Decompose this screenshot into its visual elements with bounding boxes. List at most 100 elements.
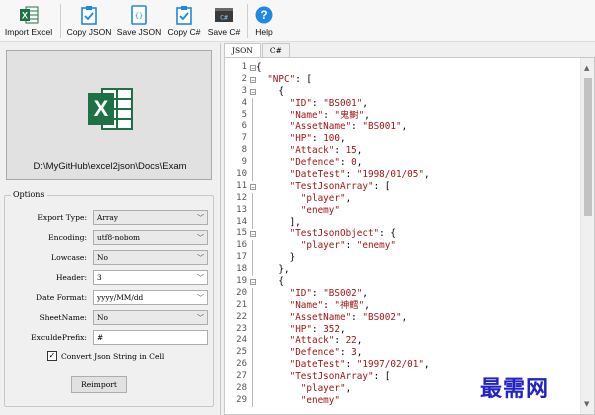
help-label: Help: [255, 27, 273, 37]
encoding-row: Encoding: utf8-nobom ﹀: [5, 230, 215, 246]
line-number: 19: [236, 276, 247, 287]
code-text: "AssetName": "BS002",: [289, 311, 408, 323]
date-format-row: Date Format: yyyy/MM/dd ﹀: [5, 290, 215, 306]
line-number: 9: [241, 157, 247, 168]
fold-guide: [252, 121, 253, 134]
code-line: 2− "NPC": [: [225, 74, 575, 86]
code-text: "Name": "神鳕",: [289, 299, 370, 311]
line-number: 12: [236, 192, 247, 203]
code-text: "Defence": 0,: [289, 157, 363, 169]
fold-guide: [252, 359, 253, 372]
fold-guide: [252, 97, 253, 110]
code-text: "Defence": 3,: [289, 347, 363, 359]
excel-logo-icon: X: [84, 83, 136, 137]
reimport-button[interactable]: Reimport: [71, 376, 127, 393]
code-line: 24 "Attack": 22,: [225, 335, 575, 348]
date-format-select[interactable]: yyyy/MM/dd ﹀: [93, 290, 208, 305]
code-line: 16 "player": "enemy": [225, 240, 575, 253]
fold-guide: [252, 109, 253, 122]
export-type-select[interactable]: Array ﹀: [93, 210, 208, 225]
line-number: 6: [241, 121, 247, 132]
code-text: "HP": 352,: [289, 323, 346, 335]
excel-icon: X: [18, 4, 40, 26]
encoding-select[interactable]: utf8-nobom ﹀: [93, 230, 208, 245]
svg-text:?: ?: [260, 8, 267, 22]
code-text: ],: [256, 216, 301, 228]
encoding-label: Encoding:: [48, 233, 87, 242]
fold-guide: [252, 383, 253, 396]
save-json-button[interactable]: {} Save JSON: [114, 0, 164, 42]
left-panel: X D:\MyGitHub\excel2json\Docs\Exam Optio…: [0, 43, 221, 415]
code-text: "TestJsonArray": [: [289, 180, 391, 192]
copy-json-button[interactable]: Copy JSON: [64, 0, 114, 42]
exclude-prefix-input[interactable]: #: [93, 330, 208, 345]
save-csharp-button[interactable]: C# Save C#: [204, 0, 244, 42]
chevron-down-icon: ﹀: [197, 294, 204, 302]
right-panel: JSON C# 1−{2− "NPC": [3− {4 "ID": "BS001…: [222, 43, 595, 415]
export-type-label: Export Type:: [37, 213, 87, 222]
fold-guide: [252, 252, 253, 265]
svg-text:X: X: [21, 11, 27, 21]
line-number: 13: [236, 204, 247, 215]
code-line: 25 "Defence": 3,: [225, 347, 575, 360]
excel-drop-zone[interactable]: X D:\MyGitHub\excel2json\Docs\Exam: [6, 50, 212, 180]
scroll-down-icon[interactable]: ▼: [584, 400, 589, 408]
line-number: 17: [236, 252, 247, 263]
fold-guide: [252, 311, 253, 324]
chevron-down-icon: ﹀: [197, 254, 204, 262]
code-text: "enemy": [300, 204, 340, 216]
line-number: 24: [236, 335, 247, 346]
code-line: 5 "Name": "鬼鲥",: [225, 109, 575, 122]
vertical-scrollbar[interactable]: ▲ ▼: [580, 58, 594, 414]
code-line: 7 "HP": 100,: [225, 133, 575, 146]
line-number: 29: [236, 394, 247, 405]
json-editor[interactable]: 1−{2− "NPC": [3− {4 "ID": "BS001", 5 "Nam…: [224, 57, 595, 415]
line-number: 2: [241, 73, 247, 84]
code-text: {: [256, 276, 284, 288]
scroll-up-icon[interactable]: ▲: [584, 64, 589, 72]
lowcase-select[interactable]: No ﹀: [93, 250, 208, 265]
fold-guide: [252, 133, 253, 146]
code-line: 6 "AssetName": "BS001",: [225, 121, 575, 134]
chevron-down-icon: ﹀: [197, 274, 204, 282]
convert-json-checkbox[interactable]: ✓: [47, 351, 57, 361]
header-select[interactable]: 3 ﹀: [93, 270, 208, 285]
fold-guide: [252, 299, 253, 312]
fold-guide: [252, 240, 253, 253]
line-number: 25: [236, 347, 247, 358]
tab-json[interactable]: JSON: [224, 43, 261, 58]
clipboard-check-icon: [173, 4, 195, 26]
code-line: 20 "ID": "BS002",: [225, 287, 575, 300]
svg-text:{}: {}: [135, 12, 143, 20]
line-number: 27: [236, 371, 247, 382]
editor-tabs: JSON C#: [224, 43, 291, 58]
exclude-prefix-row: ExculdePrefix: #: [5, 330, 215, 346]
sheet-name-label: SheetName:: [39, 313, 87, 322]
line-number: 5: [241, 109, 247, 120]
tab-csharp[interactable]: C#: [261, 43, 290, 57]
sheet-name-select[interactable]: No ﹀: [93, 310, 208, 325]
help-button[interactable]: ? Help: [251, 0, 277, 42]
code-text: "ID": "BS002",: [289, 287, 368, 299]
watermark: 最需网: [480, 376, 550, 402]
line-number: 23: [236, 323, 247, 334]
fold-guide: [252, 264, 253, 277]
lowcase-row: Lowcase: No ﹀: [5, 250, 215, 266]
line-number: 1: [241, 62, 247, 72]
code-line: 21 "Name": "神鳕",: [225, 299, 575, 312]
code-text: {: [256, 62, 262, 73]
line-number: 4: [241, 97, 247, 108]
fold-guide: [252, 371, 253, 384]
code-line: 1−{: [225, 62, 575, 74]
scroll-thumb[interactable]: [584, 78, 592, 216]
fold-guide: [252, 216, 253, 229]
code-text: "AssetName": "BS001",: [289, 121, 408, 133]
import-excel-button[interactable]: X Import Excel: [0, 0, 57, 42]
csharp-file-icon: C#: [213, 4, 235, 26]
export-type-row: Export Type: Array ﹀: [5, 210, 215, 226]
exclude-prefix-label: ExculdePrefix:: [31, 333, 87, 342]
fold-guide: [252, 287, 253, 300]
copy-csharp-button[interactable]: Copy C#: [164, 0, 204, 42]
sheet-name-row: SheetName: No ﹀: [5, 310, 215, 326]
file-path: D:\MyGitHub\excel2json\Docs\Exam: [33, 161, 187, 172]
